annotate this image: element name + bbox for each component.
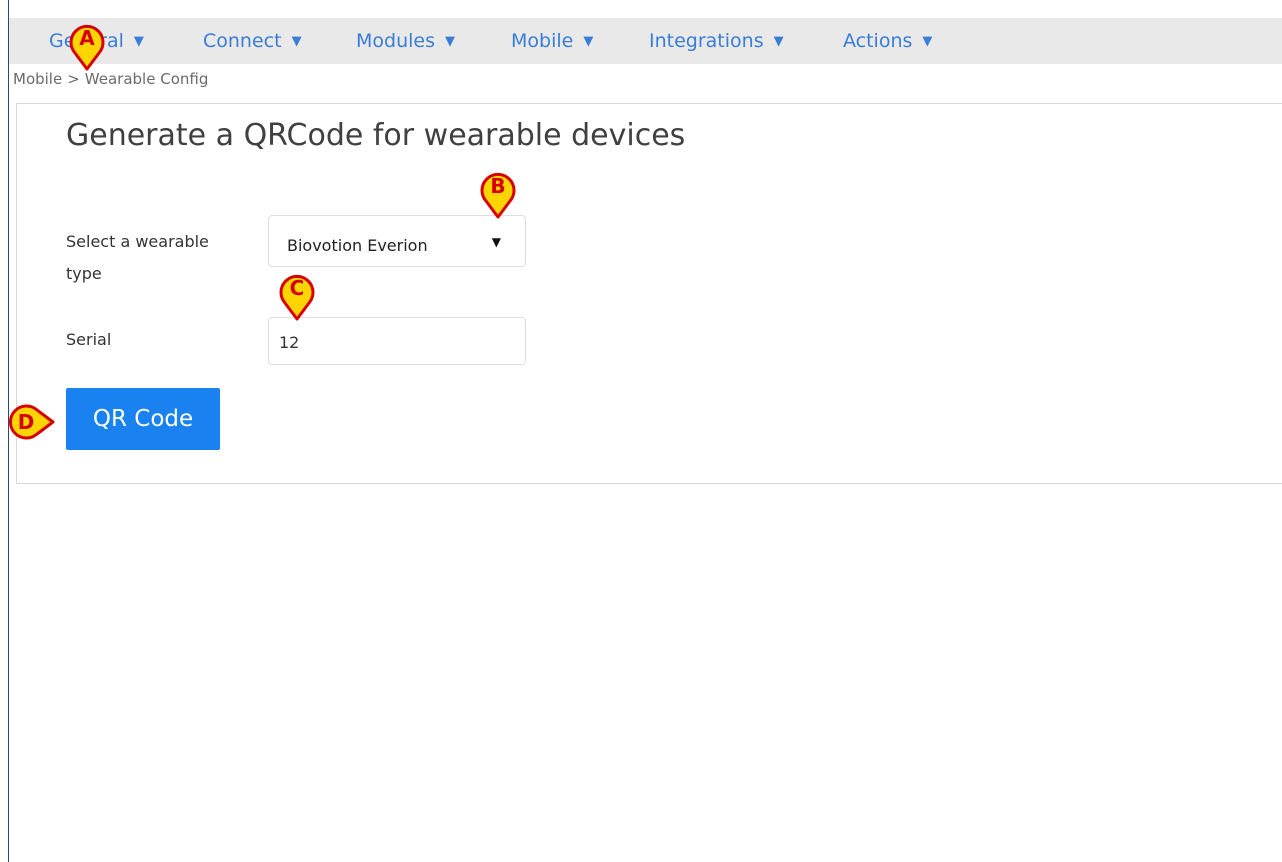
nav-actions-label: Actions	[843, 30, 913, 52]
top-navbar: General▼ Connect▼ Modules▼ Mobile▼ Integ…	[9, 18, 1282, 64]
serial-input[interactable]: 12	[268, 317, 526, 365]
nav-mobile[interactable]: Mobile ▼	[511, 18, 593, 64]
nav-integrations-label: Integrations	[649, 30, 764, 52]
wearable-type-label-line1: Select a wearable	[66, 232, 209, 251]
qr-code-button[interactable]: QR Code	[66, 388, 220, 450]
annotation-marker-b: B	[475, 170, 521, 220]
nav-actions[interactable]: Actions ▼	[843, 18, 932, 64]
marker-d-letter: D	[17, 410, 35, 434]
caret-down-icon: ▼	[291, 34, 302, 49]
caret-down-icon: ▼	[922, 34, 933, 49]
caret-down-icon: ▼	[445, 34, 455, 49]
wearable-type-label: Select a wearable type	[66, 226, 209, 290]
annotation-marker-a: A	[64, 22, 110, 72]
wearable-type-label-line2: type	[66, 264, 102, 283]
nav-modules[interactable]: Modules ▼	[356, 18, 455, 64]
caret-down-icon: ▼	[583, 34, 594, 49]
breadcrumb-current: Wearable Config	[84, 70, 209, 88]
marker-a-letter: A	[79, 26, 95, 50]
marker-b-letter: B	[490, 174, 506, 198]
breadcrumb-separator: >	[67, 70, 80, 88]
annotation-marker-d: D	[4, 400, 56, 444]
nav-connect[interactable]: Connect ▼	[203, 18, 302, 64]
page-title: Generate a QRCode for wearable devices	[66, 118, 686, 153]
annotation-marker-c: C	[274, 272, 320, 322]
serial-label: Serial	[66, 330, 112, 349]
caret-down-icon: ▼	[773, 34, 784, 49]
marker-c-letter: C	[289, 276, 305, 300]
caret-down-icon: ▼	[133, 34, 144, 49]
nav-mobile-label: Mobile	[511, 30, 574, 52]
nav-modules-label: Modules	[356, 30, 435, 52]
wearable-type-select[interactable]: Biovotion Everion ▼	[268, 215, 526, 267]
breadcrumb-parent[interactable]: Mobile	[13, 70, 62, 88]
nav-integrations[interactable]: Integrations ▼	[649, 18, 784, 64]
nav-connect-label: Connect	[203, 30, 282, 52]
breadcrumb: Mobile > Wearable Config	[13, 70, 208, 88]
caret-down-icon: ▼	[491, 235, 501, 249]
wearable-type-value: Biovotion Everion	[287, 236, 428, 255]
